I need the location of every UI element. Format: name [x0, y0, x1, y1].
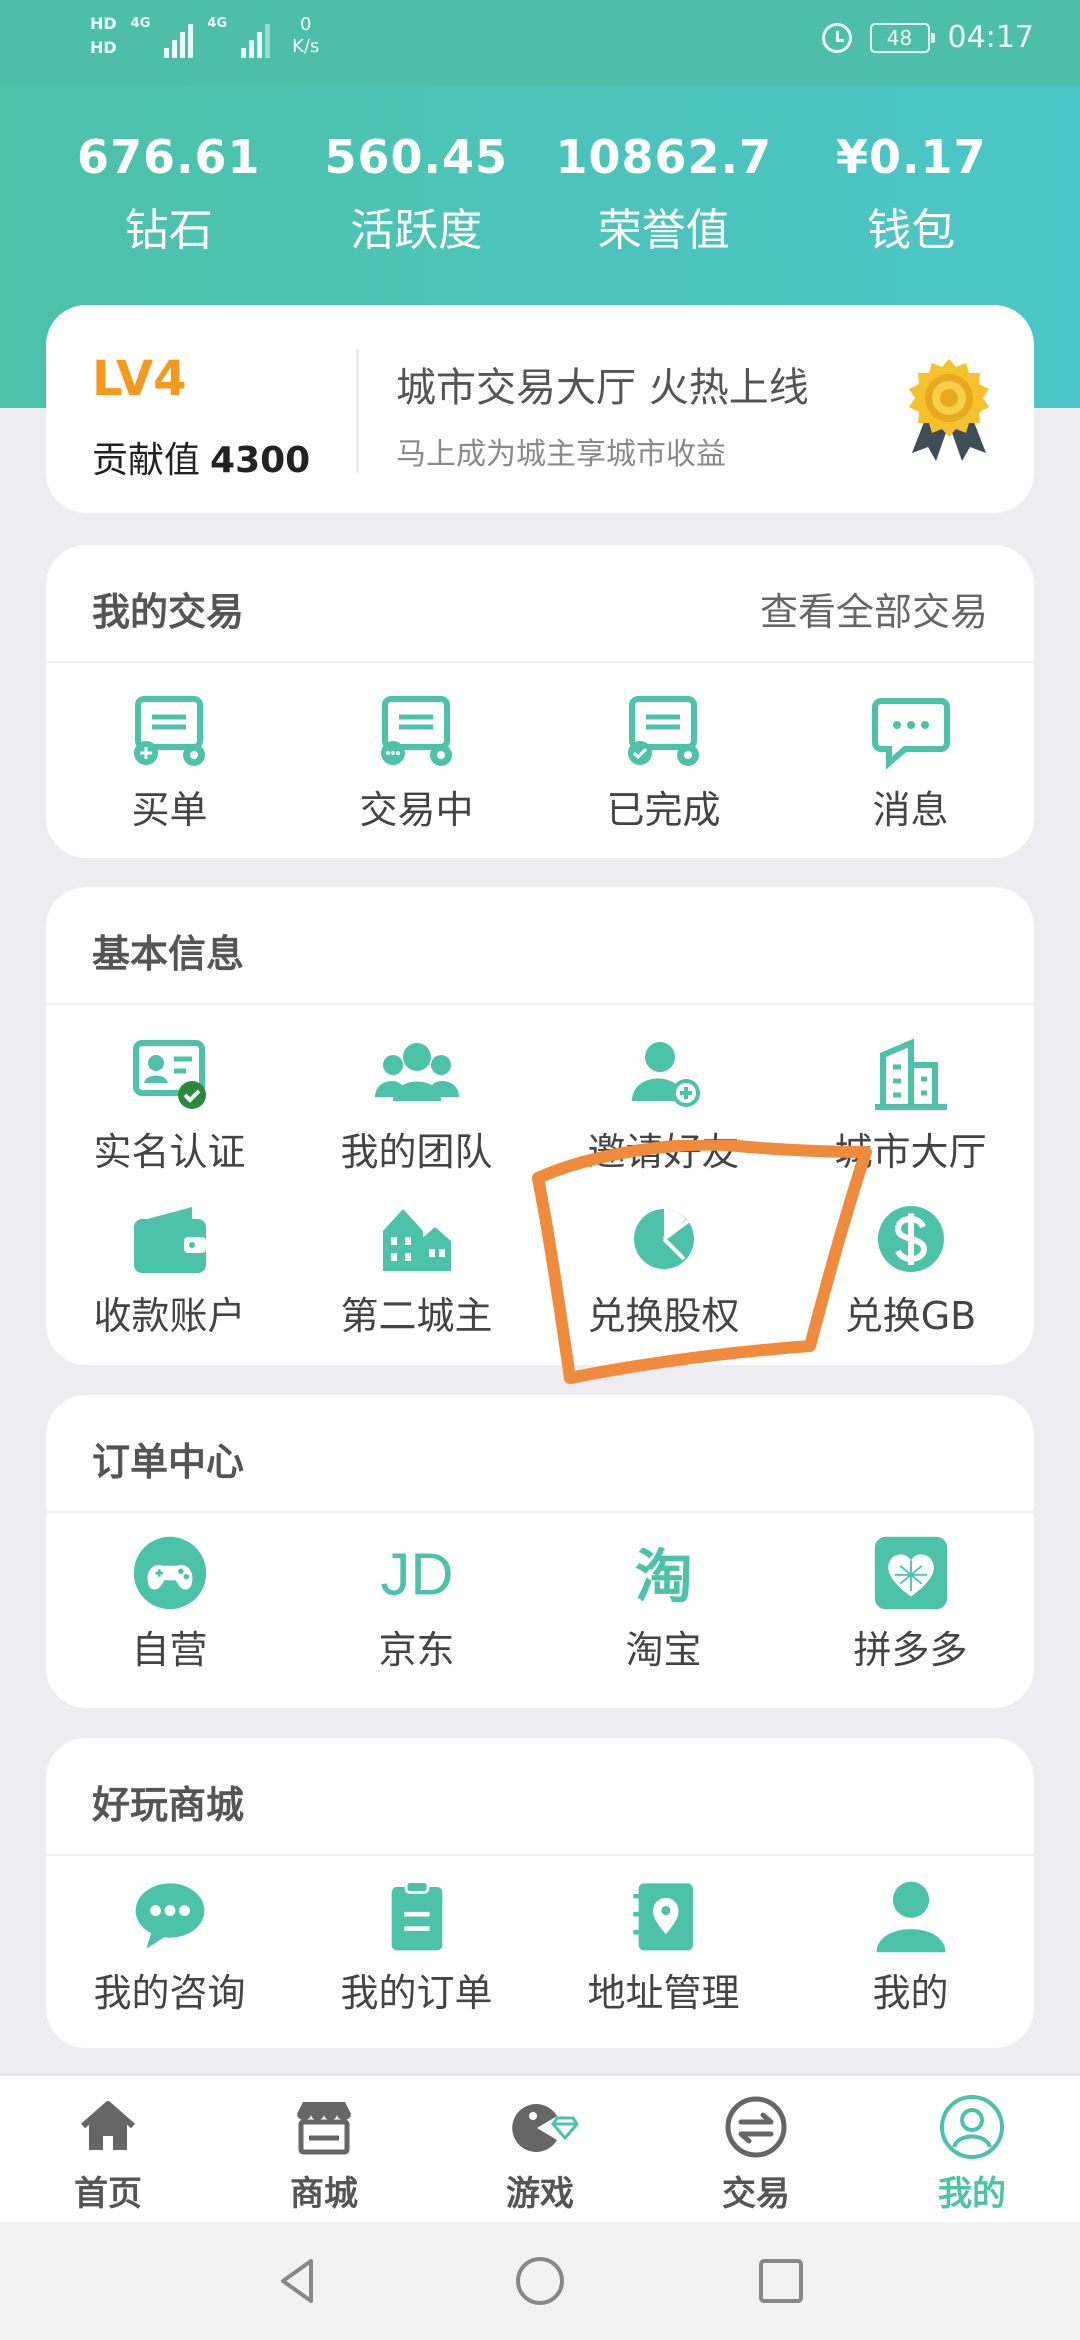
- trade-buy-order[interactable]: 买单: [46, 695, 293, 834]
- stat-honor[interactable]: 10862.7 荣誉值: [540, 130, 788, 258]
- home-circle-icon[interactable]: [512, 2253, 568, 2309]
- team-icon: [374, 1043, 459, 1101]
- mall-my-consult[interactable]: 我的咨询: [46, 1878, 293, 2017]
- network-type: 4G: [130, 16, 151, 31]
- home-icon: [81, 2101, 135, 2150]
- store-icon: [297, 2102, 351, 2155]
- menu-city-hall[interactable]: 城市大厅: [787, 1037, 1034, 1176]
- houses-icon: [382, 1209, 451, 1271]
- back-icon[interactable]: [271, 2253, 327, 2309]
- tab-games[interactable]: 游戏: [432, 2076, 648, 2222]
- game-icon: [512, 2104, 579, 2152]
- promo-title: 城市交易大厅 火热上线: [396, 365, 809, 411]
- pie-chart-icon: [633, 1209, 694, 1269]
- menu-payment-account[interactable]: 收款账户: [46, 1201, 293, 1340]
- signal-icon: [164, 14, 194, 58]
- buy-order-icon: [133, 696, 205, 766]
- level-badge: LV4: [92, 351, 187, 407]
- menu-my-team[interactable]: 我的团队: [293, 1037, 540, 1176]
- fun-mall-card: 好玩商城 我的咨询 我的订单 地址管理 我的: [46, 1738, 1034, 2048]
- divider: [356, 349, 359, 473]
- trading-icon: [380, 696, 452, 766]
- exchange-icon: [725, 2096, 787, 2158]
- menu-second-city-lord[interactable]: 第二城主: [293, 1201, 540, 1340]
- level-card[interactable]: LV4 贡献值 4300 城市交易大厅 火热上线 马上成为城主享城市收益: [46, 305, 1034, 513]
- hd-indicator: HD: [90, 14, 117, 33]
- dollar-icon: [877, 1206, 944, 1272]
- message-icon: [871, 698, 950, 770]
- trade-completed[interactable]: 已完成: [540, 695, 787, 834]
- chat-icon: [135, 1883, 204, 1949]
- jd-icon: JD: [380, 1541, 453, 1608]
- stat-wallet[interactable]: ¥0.17 钱包: [788, 130, 1036, 258]
- tab-trade[interactable]: 交易: [648, 2076, 864, 2222]
- gamepad-icon: [133, 1536, 206, 1610]
- stats-row: 676.61 钻石 560.45 活跃度 10862.7 荣誉值 ¥0.17 钱包: [0, 130, 1080, 258]
- clipboard-icon: [391, 1880, 442, 1951]
- order-jd[interactable]: JD 京东: [293, 1535, 540, 1674]
- recents-icon[interactable]: [753, 2253, 809, 2309]
- id-verify-icon: [132, 1040, 206, 1109]
- order-center-card: 订单中心 自营 JD 京东 淘 淘宝 拼多多: [46, 1395, 1034, 1708]
- mall-address-management[interactable]: 地址管理: [540, 1878, 787, 2017]
- completed-icon: [627, 696, 699, 766]
- trade-messages[interactable]: 消息: [787, 695, 1034, 834]
- menu-exchange-gb[interactable]: 兑换GB: [787, 1201, 1034, 1340]
- medal-icon: [909, 359, 989, 461]
- person-icon: [876, 1881, 945, 1953]
- bottom-tab-bar: 首页 商城 游戏 交易 我的: [0, 2074, 1080, 2222]
- system-nav-bar: [0, 2222, 1080, 2340]
- alarm-icon: [821, 22, 852, 53]
- profile-icon: [940, 2095, 1004, 2159]
- trade-in-progress[interactable]: 交易中: [293, 695, 540, 834]
- clock: 04:17: [947, 20, 1034, 55]
- view-all-trades-link[interactable]: 查看全部交易: [760, 581, 988, 636]
- basic-info-card: 基本信息 实名认证 我的团队 邀请好友 城市大厅 收款账户 第二城主 兑换股权 …: [46, 887, 1034, 1365]
- signal-icon: [241, 14, 271, 58]
- tab-mall[interactable]: 商城: [216, 2076, 432, 2222]
- wallet-icon: [133, 1207, 206, 1273]
- order-pinduoduo[interactable]: 拼多多: [787, 1535, 1034, 1674]
- net-speed: 0 K/s: [292, 14, 320, 57]
- promo-subtitle: 马上成为城主享城市收益: [396, 437, 726, 472]
- section-title: 好玩商城: [92, 1783, 245, 1827]
- order-taobao[interactable]: 淘 淘宝: [540, 1535, 787, 1674]
- svg-text:淘: 淘: [635, 1543, 693, 1611]
- stat-diamond[interactable]: 676.61 钻石: [45, 130, 293, 258]
- network-type: 4G: [207, 16, 228, 31]
- contribution-value: 贡献值 4300: [92, 440, 311, 481]
- menu-exchange-equity[interactable]: 兑换股权: [540, 1201, 787, 1340]
- mall-my-orders[interactable]: 我的订单: [293, 1878, 540, 2017]
- taobao-icon: 淘: [635, 1543, 693, 1611]
- order-self-operated[interactable]: 自营: [46, 1535, 293, 1674]
- section-title: 基本信息: [92, 932, 245, 976]
- invite-friend-icon: [631, 1042, 700, 1107]
- status-bar: HD HD 4G 4G 0 K/s 48 04:17: [0, 0, 1080, 86]
- section-title: 我的交易: [92, 590, 245, 634]
- stat-activity[interactable]: 560.45 活跃度: [293, 130, 541, 258]
- section-title: 订单中心: [92, 1440, 245, 1484]
- mall-mine[interactable]: 我的: [787, 1878, 1034, 2017]
- hd-indicator: HD: [90, 38, 117, 57]
- pinduoduo-icon: [874, 1536, 947, 1610]
- tab-home[interactable]: 首页: [0, 2076, 216, 2222]
- city-hall-icon: [874, 1038, 947, 1110]
- my-trades-card: 我的交易 查看全部交易 买单 交易中 已完成 消息: [46, 545, 1034, 858]
- menu-real-name-auth[interactable]: 实名认证: [46, 1037, 293, 1176]
- location-book-icon: [632, 1883, 693, 1951]
- svg-text:JD: JD: [380, 1541, 453, 1608]
- menu-invite-friends[interactable]: 邀请好友: [540, 1037, 787, 1176]
- battery-icon: 48: [869, 22, 935, 53]
- tab-mine[interactable]: 我的: [864, 2076, 1080, 2222]
